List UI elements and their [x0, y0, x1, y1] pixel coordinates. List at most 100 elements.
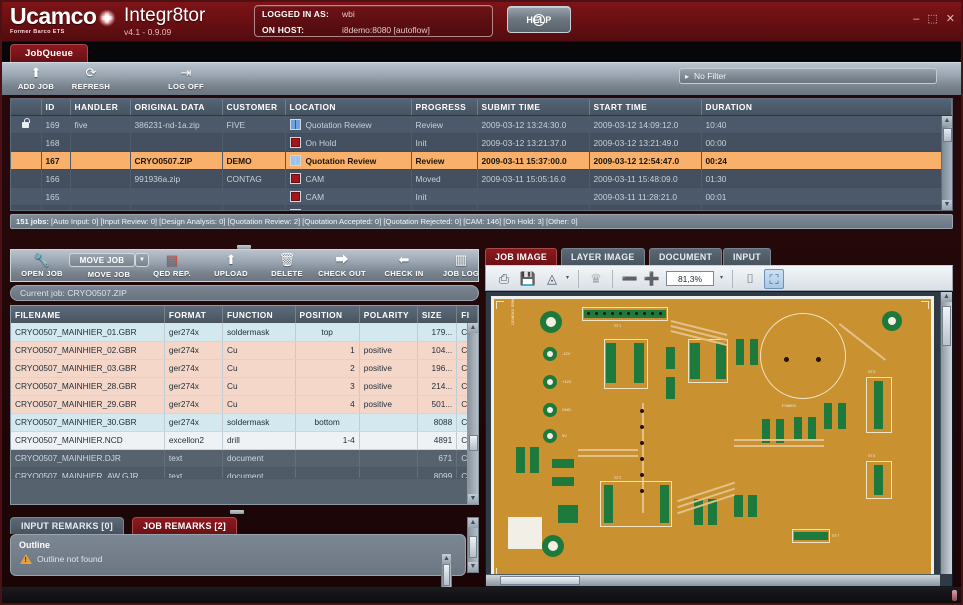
remarks-outer-scrollbar[interactable]: ▲ ▼	[467, 517, 479, 573]
table-row[interactable]: 165 CAM Init 2009-03-11 11:28:21.0 00:01	[11, 187, 952, 206]
cell-location-label: CAM	[305, 174, 325, 184]
mount-hole	[888, 317, 896, 325]
fit-page-icon[interactable]: ⛶	[764, 269, 784, 289]
scroll-thumb[interactable]	[469, 536, 477, 558]
upload-button[interactable]: ⬆ UPLOAD	[204, 252, 258, 278]
viewer-horizontal-scrollbar[interactable]	[486, 574, 940, 586]
scroll-up-icon[interactable]: ▲	[941, 292, 952, 302]
zoom-out-icon[interactable]: ➖	[620, 269, 640, 289]
cell-size: 4891	[417, 431, 458, 450]
tab-job-remarks[interactable]: JOB REMARKS [2]	[132, 517, 238, 534]
table-row-partial[interactable]	[11, 205, 952, 210]
table-row[interactable]: 169 five 386231-nd-1a.zip FIVE Quotation…	[11, 115, 952, 134]
list-item[interactable]: CRYO0507_MAINHIER_02.GBR ger274x Cu 1 po…	[11, 341, 478, 360]
pin-hole	[587, 312, 590, 315]
minimize-icon[interactable]: –	[913, 14, 919, 25]
col-location[interactable]: LOCATION	[285, 99, 412, 116]
host-label: ON HOST:	[262, 25, 305, 35]
job-log-button[interactable]: ▥ JOB LOG	[435, 252, 487, 278]
col-duration[interactable]: DURATION	[701, 99, 952, 116]
scroll-thumb[interactable]	[943, 128, 952, 142]
scroll-up-icon[interactable]: ▲	[468, 518, 478, 528]
list-item[interactable]: CRYO0507_MAINHIER.DJR text document 671 …	[11, 449, 478, 468]
cell-original-data	[130, 205, 223, 210]
delete-label: DELETE	[271, 269, 303, 278]
qed-report-button[interactable]: ▤ QED REP.	[144, 252, 200, 278]
scroll-down-icon[interactable]: ▼	[942, 200, 952, 210]
col-original-data[interactable]: ORIGINAL DATA	[130, 99, 223, 116]
col-start-time[interactable]: START TIME	[589, 99, 702, 116]
col-progress[interactable]: PROGRESS	[411, 99, 478, 116]
viewer-vertical-scrollbar[interactable]: ▲	[940, 292, 952, 574]
filter-selector[interactable]: No Filter	[679, 68, 937, 84]
check-out-button[interactable]: ⮕ CHECK OUT	[311, 252, 373, 278]
tab-job-image[interactable]: JOB IMAGE	[485, 248, 558, 265]
scroll-down-icon[interactable]: ▼	[468, 562, 478, 572]
col-handler[interactable]: HANDLER	[70, 99, 131, 116]
help-button[interactable]: ? HELP	[507, 6, 571, 33]
smd-pad	[558, 505, 578, 523]
scroll-thumb[interactable]	[942, 306, 951, 346]
scroll-thumb[interactable]	[443, 564, 450, 586]
list-item[interactable]: CRYO0507_MAINHIER_30.GBR ger274x solderm…	[11, 413, 478, 432]
col-file[interactable]: FI	[456, 306, 478, 323]
scroll-thumb[interactable]	[469, 435, 478, 451]
globe-icon[interactable]: ♛	[586, 269, 606, 289]
col-size[interactable]: SIZE	[417, 306, 458, 323]
scroll-up-icon[interactable]: ▲	[468, 323, 478, 333]
scroll-thumb[interactable]	[500, 576, 580, 585]
tab-input-remarks[interactable]: INPUT REMARKS [0]	[10, 517, 124, 534]
layers-dropdown-chevron-down-icon[interactable]: ▾	[562, 271, 573, 286]
floppy-save-icon[interactable]: 💾	[518, 269, 538, 289]
table-row[interactable]: 168 On Hold Init 2009-03-12 13:21:37.0 2…	[11, 133, 952, 152]
tab-jobqueue[interactable]: JobQueue	[10, 44, 89, 62]
tab-input[interactable]: INPUT	[723, 248, 771, 265]
resize-grip[interactable]	[952, 590, 957, 601]
move-job-label-wrap: MOVE JOB	[73, 268, 145, 279]
col-customer[interactable]: CUSTOMER	[222, 99, 286, 116]
list-item[interactable]: CRYO0507_MAINHIER.NCD excellon2 drill 1-…	[11, 431, 478, 450]
list-item[interactable]: CRYO0507_MAINHIER_29.GBR ger274x Cu 4 po…	[11, 395, 478, 414]
cell-position: bottom	[295, 413, 360, 432]
list-item[interactable]: CRYO0507_MAINHIER_01.GBR ger274x solderm…	[11, 323, 478, 342]
check-in-button[interactable]: ⬅ CHECK IN	[375, 252, 433, 278]
delete-button[interactable]: 🗑 DELETE	[261, 252, 313, 278]
tab-layer-image[interactable]: LAYER IMAGE	[561, 248, 645, 265]
pcb-viewer[interactable]: Ucamco Integr8tor Demo -12V +12V GND 5V …	[485, 291, 953, 587]
tab-document[interactable]: DOCUMENT	[649, 248, 723, 265]
list-item[interactable]: CRYO0507_MAINHIER_03.GBR ger274x Cu 2 po…	[11, 359, 478, 378]
col-position[interactable]: POSITION	[295, 306, 360, 323]
scroll-down-icon[interactable]: ▼	[468, 494, 478, 504]
table-row[interactable]: 166 991936a.zip CONTAG CAM Moved 2009-03…	[11, 169, 952, 188]
app-title-block: Integr8tor v4.1 - 0.9.09	[124, 6, 205, 38]
col-lock[interactable]	[11, 99, 42, 116]
col-submit-time[interactable]: SUBMIT TIME	[477, 99, 590, 116]
lower-splitter-handle[interactable]	[230, 510, 244, 514]
layers-icon[interactable]: ◬	[542, 269, 562, 289]
pin-hole	[611, 312, 614, 315]
col-format[interactable]: FORMAT	[164, 306, 223, 323]
zoom-in-icon[interactable]: ➕	[642, 269, 662, 289]
open-job-button[interactable]: 🔧 OPEN JOB	[15, 252, 69, 278]
move-job-button[interactable]: MOVE JOB	[69, 253, 135, 267]
restore-icon[interactable]: ⬚	[927, 14, 937, 25]
zoom-chevron-down-icon[interactable]: ▾	[716, 271, 727, 286]
refresh-button[interactable]: ⟳ REFRESH	[66, 65, 116, 91]
fit-width-icon[interactable]: ⌷	[740, 269, 760, 289]
log-off-button[interactable]: ⇥ LOG OFF	[162, 65, 210, 91]
scroll-up-icon[interactable]: ▲	[942, 116, 952, 126]
scroll-up-icon[interactable]: ▲	[442, 554, 451, 564]
table-row-selected[interactable]: 167 CRYO0507.ZIP DEMO Quotation Review R…	[11, 151, 952, 170]
printer-icon[interactable]: ⎙	[494, 269, 514, 289]
col-polarity[interactable]: POLARITY	[359, 306, 418, 323]
list-item[interactable]: CRYO0507_MAINHIER_28.GBR ger274x Cu 3 po…	[11, 377, 478, 396]
file-list-vertical-scrollbar[interactable]: ▲ ▼	[467, 323, 478, 504]
col-filename[interactable]: FILENAME	[11, 306, 165, 323]
add-job-button[interactable]: ⬆ ADD JOB	[12, 65, 60, 91]
col-function[interactable]: FUNCTION	[222, 306, 296, 323]
col-id[interactable]: ID	[41, 99, 71, 116]
queue-vertical-scrollbar[interactable]: ▲ ▼	[941, 116, 952, 210]
close-icon[interactable]: ✕	[946, 14, 955, 25]
ic-outline	[604, 339, 648, 389]
zoom-input[interactable]: 81,3%	[666, 271, 714, 286]
